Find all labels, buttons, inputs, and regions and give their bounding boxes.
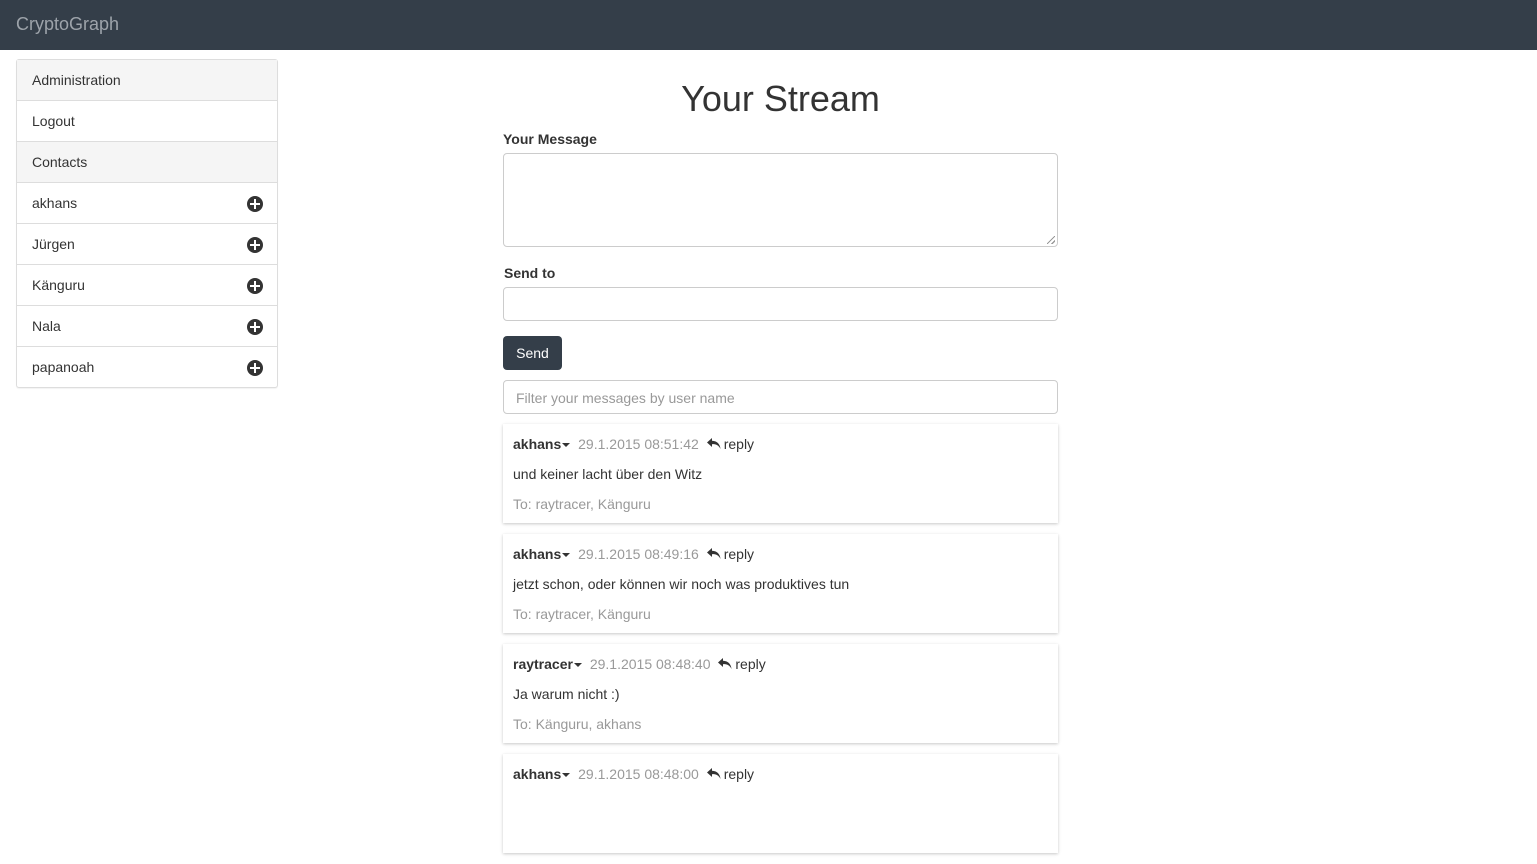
message-recipients: To: raytracer, Känguru: [513, 606, 651, 622]
message-card: akhans 29.1.2015 08:49:16 reply jetzt sc…: [503, 534, 1058, 633]
resize-grip-icon[interactable]: [1047, 236, 1055, 244]
reply-link[interactable]: reply: [724, 546, 754, 562]
message-card: akhans 29.1.2015 08:51:42 reply und kein…: [503, 424, 1058, 523]
caret-down-icon[interactable]: [562, 553, 571, 558]
reply-link[interactable]: reply: [735, 656, 765, 672]
message-card: akhans 29.1.2015 08:48:00 reply: [503, 754, 1058, 853]
plus-circle-icon[interactable]: [247, 319, 263, 335]
message-recipients: To: raytracer, Känguru: [513, 496, 651, 512]
contact-name: papanoah: [32, 359, 95, 375]
brand-link[interactable]: CryptoGraph: [16, 14, 119, 34]
sidebar-item-logout[interactable]: Logout: [17, 100, 277, 141]
message-header: raytracer 29.1.2015 08:48:40 reply: [513, 656, 766, 672]
page-title: Your Stream: [681, 78, 880, 119]
caret-down-icon[interactable]: [562, 773, 571, 778]
message-text: Ja warum nicht :): [513, 686, 620, 702]
message-header: akhans 29.1.2015 08:48:00 reply: [513, 766, 754, 782]
message-author[interactable]: akhans: [513, 766, 561, 782]
message-timestamp: 29.1.2015 08:49:16: [578, 546, 699, 562]
sidebar: Administration Logout Contacts akhans Jü…: [16, 59, 278, 388]
contact-item[interactable]: Känguru: [17, 264, 277, 305]
contact-name: akhans: [32, 195, 78, 211]
message-label: Your Message: [503, 131, 597, 147]
message-list: akhans 29.1.2015 08:51:42 reply und kein…: [503, 424, 1058, 864]
contact-name: Känguru: [32, 277, 85, 293]
message-header: akhans 29.1.2015 08:51:42 reply: [513, 436, 754, 452]
sidebar-contacts-heading: Contacts: [17, 141, 277, 182]
contact-item[interactable]: Nala: [17, 305, 277, 346]
message-text: jetzt schon, oder können wir noch was pr…: [513, 576, 850, 592]
contact-item[interactable]: Jürgen: [17, 223, 277, 264]
message-card: raytracer 29.1.2015 08:48:40 reply Ja wa…: [503, 644, 1058, 743]
contact-item[interactable]: akhans: [17, 182, 277, 223]
filter-input[interactable]: Filter your messages by user name: [503, 380, 1058, 414]
stream-panel: Your Stream Your Message Send to Send Fi…: [503, 60, 1058, 853]
caret-down-icon[interactable]: [562, 443, 571, 448]
message-author[interactable]: akhans: [513, 436, 561, 452]
plus-circle-icon[interactable]: [247, 196, 263, 212]
reply-link[interactable]: reply: [724, 436, 754, 452]
reply-arrow-icon[interactable]: [706, 438, 721, 450]
reply-arrow-icon[interactable]: [706, 768, 721, 780]
reply-link[interactable]: reply: [724, 766, 754, 782]
message-header: akhans 29.1.2015 08:49:16 reply: [513, 546, 754, 562]
send-to-input[interactable]: [503, 287, 1058, 321]
reply-arrow-icon[interactable]: [718, 658, 732, 670]
top-navbar: CryptoGraph: [0, 0, 1537, 50]
send-to-label: Send to: [504, 265, 556, 281]
message-recipients: To: Känguru, akhans: [513, 716, 642, 732]
message-timestamp: 29.1.2015 08:48:40: [589, 656, 711, 672]
message-textarea[interactable]: [503, 153, 1058, 247]
plus-circle-icon[interactable]: [247, 360, 263, 376]
send-button[interactable]: Send: [503, 336, 562, 370]
message-timestamp: 29.1.2015 08:51:42: [578, 436, 699, 452]
contact-name: Jürgen: [32, 236, 75, 252]
filter-placeholder: Filter your messages by user name: [516, 390, 735, 406]
message-author[interactable]: raytracer: [513, 656, 573, 672]
sidebar-item-administration[interactable]: Administration: [17, 60, 277, 100]
contact-name: Nala: [32, 318, 61, 334]
message-author[interactable]: akhans: [513, 546, 561, 562]
caret-down-icon[interactable]: [573, 663, 582, 668]
plus-circle-icon[interactable]: [247, 237, 263, 253]
message-timestamp: 29.1.2015 08:48:00: [578, 766, 699, 782]
message-text: und keiner lacht über den Witz: [513, 466, 703, 482]
contact-item[interactable]: papanoah: [17, 346, 277, 387]
reply-arrow-icon[interactable]: [706, 548, 721, 560]
plus-circle-icon[interactable]: [247, 278, 263, 294]
